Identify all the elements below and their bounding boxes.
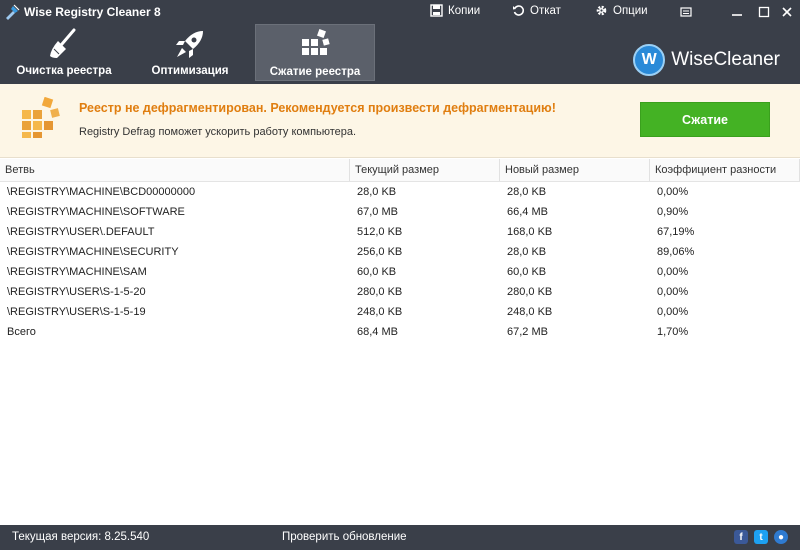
title-bar: Wise Registry Cleaner 8 Копии Откат Опци… xyxy=(0,0,800,24)
table-row[interactable]: Всего 68,4 MB 67,2 MB 1,70% xyxy=(0,322,800,342)
tab-registry-defrag-label: Сжатие реестра xyxy=(269,66,361,78)
column-header-difference[interactable]: Коэффициент разности xyxy=(650,159,800,181)
cell-difference: 0,00% xyxy=(657,306,689,318)
cell-current-size: 60,0 KB xyxy=(357,266,397,278)
backups-button[interactable]: Копии xyxy=(430,4,480,17)
table-row[interactable]: \REGISTRY\USER\S-1-5-19 248,0 KB 248,0 KB 0… xyxy=(0,302,800,322)
tab-registry-cleaner-label: Очистка реестра xyxy=(16,65,112,77)
cell-new-size: 60,0 KB xyxy=(507,266,547,278)
brand-name: WiseCleaner xyxy=(671,49,780,70)
cell-current-size: 256,0 KB xyxy=(357,246,403,258)
blocks-icon xyxy=(302,29,330,55)
cell-current-size: 248,0 KB xyxy=(357,306,403,318)
tab-optimization[interactable]: Оптимизация xyxy=(140,24,240,81)
table-row[interactable]: \REGISTRY\USER\.DEFAULT 512,0 KB 168,0 KB 6… xyxy=(0,222,800,242)
banner-title: Реестр не дефрагментирован. Рекомендуетс… xyxy=(79,101,556,115)
tab-registry-defrag[interactable]: Сжатие реестра xyxy=(255,24,375,81)
wisecleaner-brand[interactable]: W WiseCleaner xyxy=(633,44,780,76)
cell-branch: \REGISTRY\USER\.DEFAULT xyxy=(7,226,155,238)
cell-new-size: 280,0 KB xyxy=(507,286,553,298)
cell-current-size: 512,0 KB xyxy=(357,226,403,238)
restore-label: Откат xyxy=(530,4,561,17)
table-row[interactable]: \REGISTRY\USER\S-1-5-20 280,0 KB 280,0 KB 0… xyxy=(0,282,800,302)
column-header-branch[interactable]: Ветвь xyxy=(0,159,350,181)
column-header-current-size[interactable]: Текущий размер xyxy=(350,159,500,181)
cell-branch: \REGISTRY\MACHINE\SAM xyxy=(7,266,147,278)
cell-branch: \REGISTRY\MACHINE\SECURITY xyxy=(7,246,179,258)
broom-icon xyxy=(50,28,76,58)
compress-button[interactable]: Сжатие xyxy=(640,102,770,137)
main-toolbar: Очистка реестра Оптимизация Сжатие реест… xyxy=(0,24,800,84)
facebook-icon[interactable]: f xyxy=(734,530,748,544)
maximize-icon[interactable] xyxy=(756,4,772,20)
registry-table: Ветвь Текущий размер Новый размер Коэффи… xyxy=(0,159,800,342)
cell-current-size: 67,0 MB xyxy=(357,206,398,218)
column-header-new-size[interactable]: Новый размер xyxy=(500,159,650,181)
tab-registry-cleaner[interactable]: Очистка реестра xyxy=(6,24,122,81)
cell-branch: \REGISTRY\MACHINE\BCD00000000 xyxy=(7,186,196,198)
wisecleaner-logo-icon: W xyxy=(633,44,666,76)
cell-difference: 67,19% xyxy=(657,226,695,238)
status-banner: Реестр не дефрагментирован. Рекомендуетс… xyxy=(0,84,800,158)
cell-branch: \REGISTRY\USER\S-1-5-19 xyxy=(7,306,146,318)
cell-difference: 0,00% xyxy=(657,266,689,278)
options-label: Опции xyxy=(613,4,648,17)
table-row[interactable]: \REGISTRY\MACHINE\SAM 60,0 KB 60,0 KB 0,00% xyxy=(0,262,800,282)
table-row[interactable]: \REGISTRY\MACHINE\SOFTWARE 67,0 MB 66,4 MB… xyxy=(0,202,800,222)
backup-icon xyxy=(430,4,443,17)
rocket-icon xyxy=(176,31,203,58)
status-bar: Текущая версия: 8.25.540 Проверить обнов… xyxy=(0,525,800,550)
cell-new-size: 28,0 KB xyxy=(507,186,547,198)
cell-difference: 0,00% xyxy=(657,286,689,298)
table-body: \REGISTRY\MACHINE\BCD00000000 28,0 KB 28,0… xyxy=(0,182,800,342)
cell-current-size: 28,0 KB xyxy=(357,186,397,198)
minimize-icon[interactable] xyxy=(729,4,745,20)
options-button[interactable]: Опции xyxy=(595,4,648,17)
cell-new-size: 67,2 MB xyxy=(507,326,548,338)
cell-current-size: 68,4 MB xyxy=(357,326,398,338)
close-icon[interactable] xyxy=(779,4,795,20)
restore-icon xyxy=(513,5,525,16)
defrag-blocks-icon xyxy=(22,97,60,138)
cell-difference: 0,00% xyxy=(657,186,689,198)
table-row[interactable]: \REGISTRY\MACHINE\SECURITY 256,0 KB 28,0 K… xyxy=(0,242,800,262)
gear-icon xyxy=(596,5,607,16)
cell-new-size: 28,0 KB xyxy=(507,246,547,258)
cell-current-size: 280,0 KB xyxy=(357,286,403,298)
cell-difference: 89,06% xyxy=(657,246,695,258)
twitter-icon[interactable]: t xyxy=(754,530,768,544)
cell-branch: \REGISTRY\USER\S-1-5-20 xyxy=(7,286,146,298)
app-logo-icon xyxy=(6,4,20,20)
cell-new-size: 66,4 MB xyxy=(507,206,548,218)
restore-button[interactable]: Откат xyxy=(512,4,561,17)
table-header: Ветвь Текущий размер Новый размер Коэффи… xyxy=(0,159,800,182)
banner-subtitle: Registry Defrag поможет ускорить работу … xyxy=(79,126,357,138)
cell-difference: 1,70% xyxy=(657,326,689,338)
cell-branch: \REGISTRY\MACHINE\SOFTWARE xyxy=(7,206,185,218)
tab-optimization-label: Оптимизация xyxy=(151,65,229,77)
globe-icon[interactable]: ● xyxy=(774,530,788,544)
table-row[interactable]: \REGISTRY\MACHINE\BCD00000000 28,0 KB 28,0… xyxy=(0,182,800,202)
check-update-link[interactable]: Проверить обновление xyxy=(282,531,407,543)
cell-new-size: 168,0 KB xyxy=(507,226,553,238)
cell-difference: 0,90% xyxy=(657,206,689,218)
cell-new-size: 248,0 KB xyxy=(507,306,553,318)
menu-icon[interactable] xyxy=(678,4,694,20)
version-text: Текущая версия: 8.25.540 xyxy=(12,531,150,543)
app-title: Wise Registry Cleaner 8 xyxy=(24,5,161,19)
backups-label: Копии xyxy=(448,4,481,17)
cell-branch: Всего xyxy=(7,326,36,338)
